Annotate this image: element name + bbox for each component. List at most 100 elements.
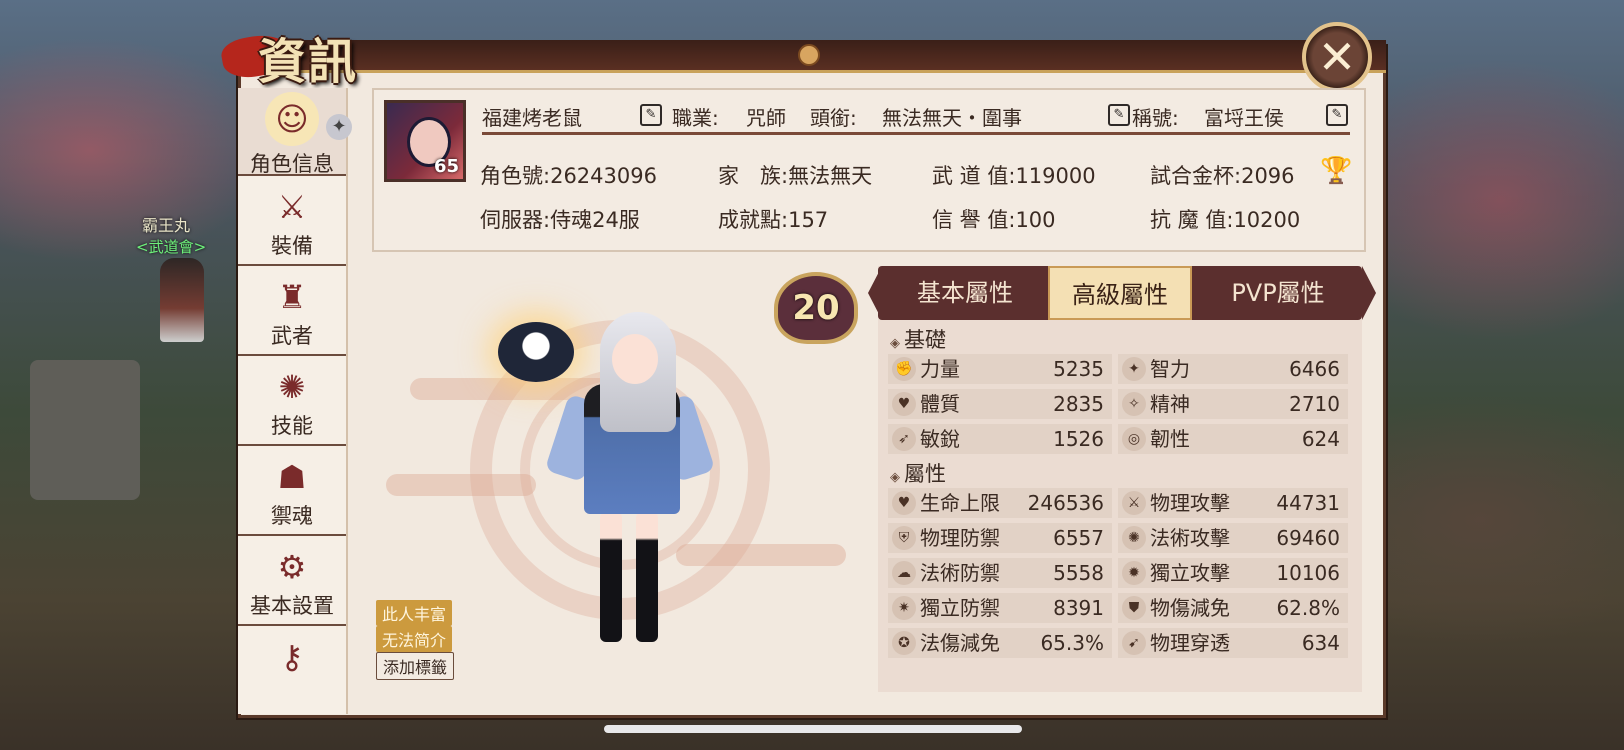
toughness-icon: ◎ (1122, 427, 1146, 451)
attr-toughness: ◎ 韌性 624 (1120, 424, 1348, 454)
cloud-shield-icon: ☁ (892, 561, 916, 585)
attr-independent-attack: ✹ 獨立攻擊 10106 (1120, 558, 1348, 588)
player-name: 福建烤老鼠 (482, 106, 582, 130)
diamond-icon: ◈ (890, 336, 900, 351)
player-avatar[interactable]: 65 (384, 100, 466, 182)
attr-independent-defense: ✷ 獨立防禦 8391 (890, 593, 1112, 623)
character-model-face (612, 334, 658, 384)
title-value: 富埒王侯 (1204, 106, 1284, 130)
key-icon: ⚷ (280, 638, 304, 676)
add-tag-button[interactable]: 添加標籤 (376, 652, 455, 680)
level-badge: 20 (774, 272, 858, 344)
heart-icon: ♥ (892, 491, 916, 515)
edit-name-icon[interactable]: ✎ (640, 104, 662, 126)
attr-magic-attack: ✺ 法術攻擊 69460 (1120, 523, 1348, 553)
diamond-icon: ◈ (890, 470, 900, 485)
sidebar-item-more[interactable]: ⚷ (238, 628, 346, 714)
sidebar-item-skills[interactable]: ✺ 技能 (238, 358, 346, 446)
sword-icon: ⚔ (1122, 491, 1146, 515)
tab-arrow-right (1362, 266, 1376, 320)
spirit-icon: ✧ (1122, 392, 1146, 416)
attr-magic-defense: ☁ 法術防禦 5558 (890, 558, 1112, 588)
sidebar-item-label: 基本設置 (250, 594, 334, 618)
ward-icon: ✪ (892, 631, 916, 655)
tab-arrow-left (868, 266, 882, 320)
sidebar-item-label: 裝備 (271, 234, 313, 258)
stat-reputation: 信 譽 值:100 (932, 208, 1056, 232)
character-info-icon: ☺ (265, 92, 319, 146)
stat-anti-demon: 抗 魔 值:10200 (1150, 208, 1301, 232)
sidebar-item-equipment[interactable]: ⚔ 裝備 (238, 178, 346, 266)
window-title-plate: 資訊 (198, 14, 398, 90)
sidebar-item-settings[interactable]: ⚙ 基本設置 (238, 538, 346, 626)
constitution-icon: ♥ (892, 392, 916, 416)
rank-label: 頭銜: (810, 106, 857, 130)
equipment-swords-icon: ⚔ (277, 188, 307, 226)
title-label: 稱號: (1132, 106, 1179, 130)
profile-tag: 无法简介 (376, 626, 453, 652)
attr-strength: ✊ 力量 5235 (890, 354, 1112, 384)
home-indicator[interactable] (604, 725, 1022, 733)
avatar-level: 65 (433, 156, 459, 177)
stat-family: 家 族:無法無天 (718, 164, 873, 188)
pierce-icon: ➹ (1122, 631, 1146, 655)
sidebar-item-soul[interactable]: ☗ 禦魂 (238, 448, 346, 536)
stat-achievement: 成就點:157 (718, 208, 829, 232)
star-shield-icon: ✷ (892, 596, 916, 620)
stat-server: 伺服器:侍魂24服 (480, 208, 640, 232)
samurai-helmet-icon: ♜ (277, 278, 307, 316)
edit-signature-icon[interactable]: ✎ (1326, 104, 1348, 126)
close-button[interactable]: ✕ (1302, 22, 1372, 92)
pet-spirit[interactable] (498, 322, 574, 382)
attr-intellect: ✦ 智力 6466 (1120, 354, 1348, 384)
npc-character[interactable] (160, 258, 204, 342)
attr-physical-attack: ⚔ 物理攻擊 44731 (1120, 488, 1348, 518)
strength-icon: ✊ (892, 357, 916, 381)
character-model-leg (636, 512, 658, 642)
ornament-icon (798, 44, 820, 66)
skill-swirl-icon: ✺ (278, 368, 306, 406)
edit-title-icon[interactable]: ✎ (1108, 104, 1130, 126)
shield-icon: ⛨ (892, 526, 916, 550)
tab-advanced-attributes[interactable]: 高級屬性 (1048, 266, 1192, 320)
attr-agility: ➶ 敏銳 1526 (890, 424, 1112, 454)
attr-max-hp: ♥ 生命上限 246536 (890, 488, 1112, 518)
window-title: 資訊 (258, 34, 359, 90)
window-topbar (238, 40, 1386, 73)
profile-tag: 此人丰富 (376, 600, 453, 626)
guard-icon: ⛊ (1122, 596, 1146, 620)
trophy-icon: 🏆 (1320, 156, 1353, 186)
attr-magic-reduction: ✪ 法傷減免 65.3% (890, 628, 1112, 658)
attr-physical-defense: ⛨ 物理防禦 6557 (890, 523, 1112, 553)
rank-value: 無法無天・圍事 (882, 106, 1022, 130)
npc-name[interactable]: 霸王丸 (142, 212, 190, 236)
magic-icon: ✺ (1122, 526, 1146, 550)
name-row: 福建烤老鼠 ✎ 職業: 咒師 頭銜: 無法無天・圍事 ✎ 稱號: 富埒王侯 ✎ (482, 102, 1350, 135)
section-attributes: ◈ 屬性 (890, 462, 946, 486)
tab-basic-attributes[interactable]: 基本屬性 (890, 266, 1040, 320)
sidebar-item-label: 角色信息 (250, 152, 334, 176)
class-label: 職業: (672, 106, 719, 130)
stone-lantern (30, 360, 140, 500)
intellect-icon: ✦ (1122, 357, 1146, 381)
npc-guild: <武道會> (136, 238, 207, 256)
agility-icon: ➶ (892, 427, 916, 451)
shuriken-icon: ✦ (326, 114, 352, 140)
stat-role-id: 角色號:26243096 (480, 164, 657, 188)
class-value: 咒師 (746, 106, 786, 130)
character-model-leg (600, 512, 622, 642)
sidebar-item-label: 禦魂 (271, 504, 313, 528)
attr-physical-penetration: ➹ 物理穿透 634 (1120, 628, 1348, 658)
stat-trophy: 試合金杯:2096 (1150, 164, 1295, 188)
sidebar-item-label: 技能 (271, 414, 313, 438)
tab-pvp-attributes[interactable]: PVP屬性 (1198, 266, 1358, 320)
stat-martial: 武 道 值:119000 (932, 164, 1096, 188)
sidebar-item-samurai[interactable]: ♜ 武者 (238, 268, 346, 356)
burst-icon: ✹ (1122, 561, 1146, 585)
attr-spirit: ✧ 精神 2710 (1120, 389, 1348, 419)
attr-physical-reduction: ⛊ 物傷減免 62.8% (1120, 593, 1348, 623)
soul-mask-icon: ☗ (277, 458, 307, 496)
sidebar-item-label: 武者 (271, 324, 313, 348)
gear-icon: ⚙ (277, 548, 307, 586)
section-basic: ◈ 基礎 (890, 328, 946, 352)
